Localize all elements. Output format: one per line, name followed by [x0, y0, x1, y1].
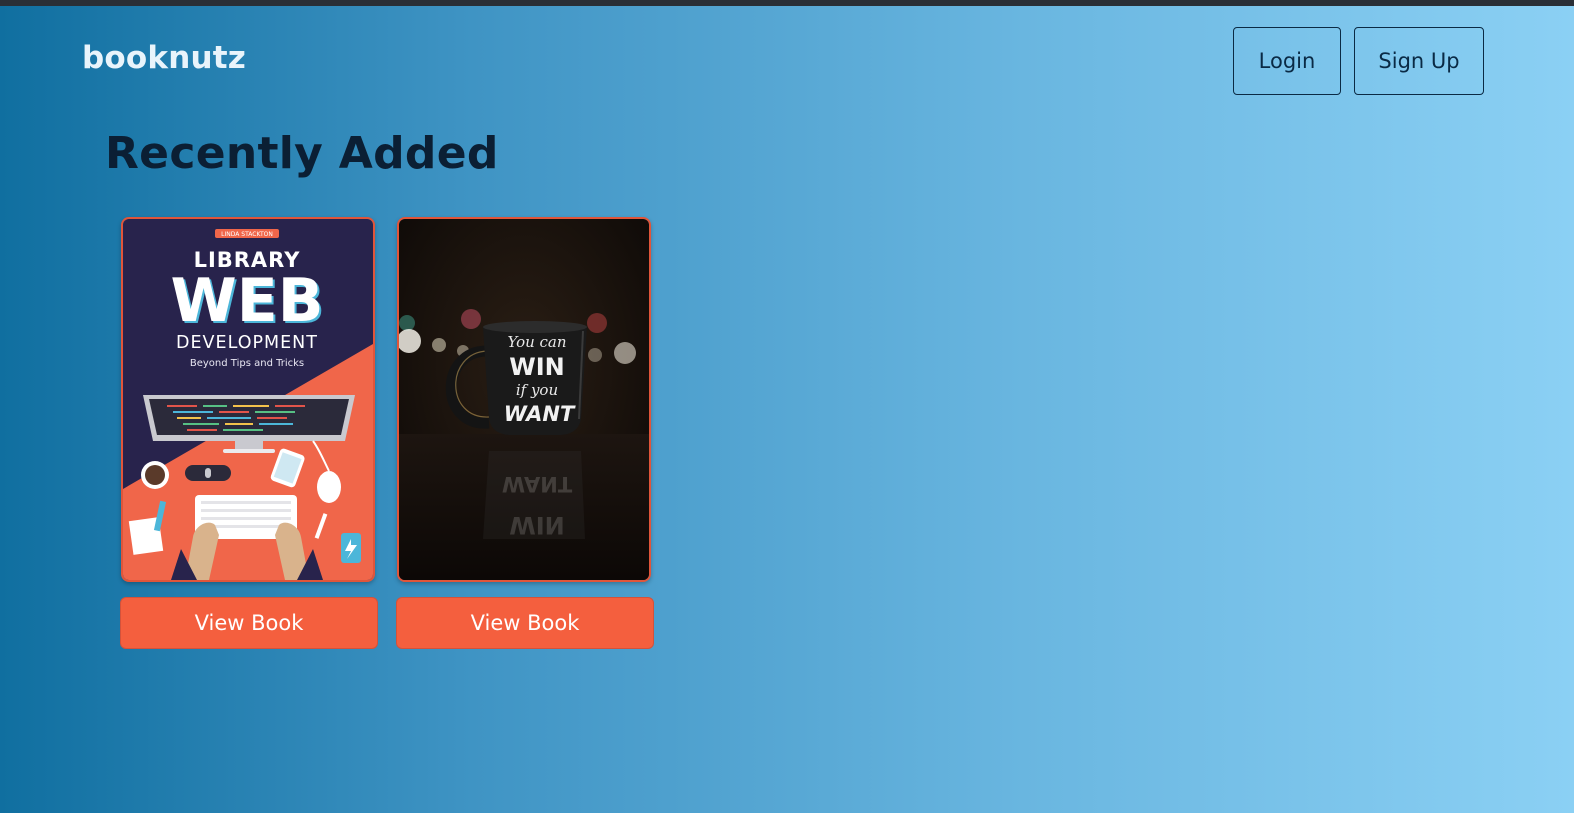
- mug-text-line1: You can: [507, 333, 566, 351]
- mug-reflection: WANT WIN: [483, 451, 585, 539]
- cover-title-line3: DEVELOPMENT: [176, 333, 318, 353]
- cover-top-tag: LINDA STACKTON: [221, 231, 273, 238]
- coffee-mug-illustration: [141, 461, 169, 489]
- view-book-button[interactable]: View Book: [396, 597, 654, 649]
- brand-logo[interactable]: booknutz: [82, 40, 246, 76]
- mug-text-line3: if you: [516, 381, 558, 399]
- browser-top-strip: [0, 0, 1574, 6]
- signup-button[interactable]: Sign Up: [1354, 27, 1484, 95]
- view-book-button[interactable]: View Book: [120, 597, 378, 649]
- book-cover-web-development[interactable]: LINDA STACKTON LIBRARY WEB WEB DEVELOPME…: [121, 217, 375, 582]
- cover-title-line2: WEB: [171, 266, 324, 336]
- book-cover-win-mug[interactable]: You can WIN if you WANT WANT WIN: [397, 217, 651, 582]
- svg-text:WIN: WIN: [509, 511, 565, 539]
- mug-text-line4: WANT: [504, 402, 576, 426]
- mug-text-line2: WIN: [509, 353, 565, 381]
- login-button[interactable]: Login: [1233, 27, 1341, 95]
- page-title: Recently Added: [105, 128, 499, 179]
- svg-text:WANT: WANT: [502, 472, 573, 496]
- cover-subtitle: Beyond Tips and Tricks: [190, 358, 304, 369]
